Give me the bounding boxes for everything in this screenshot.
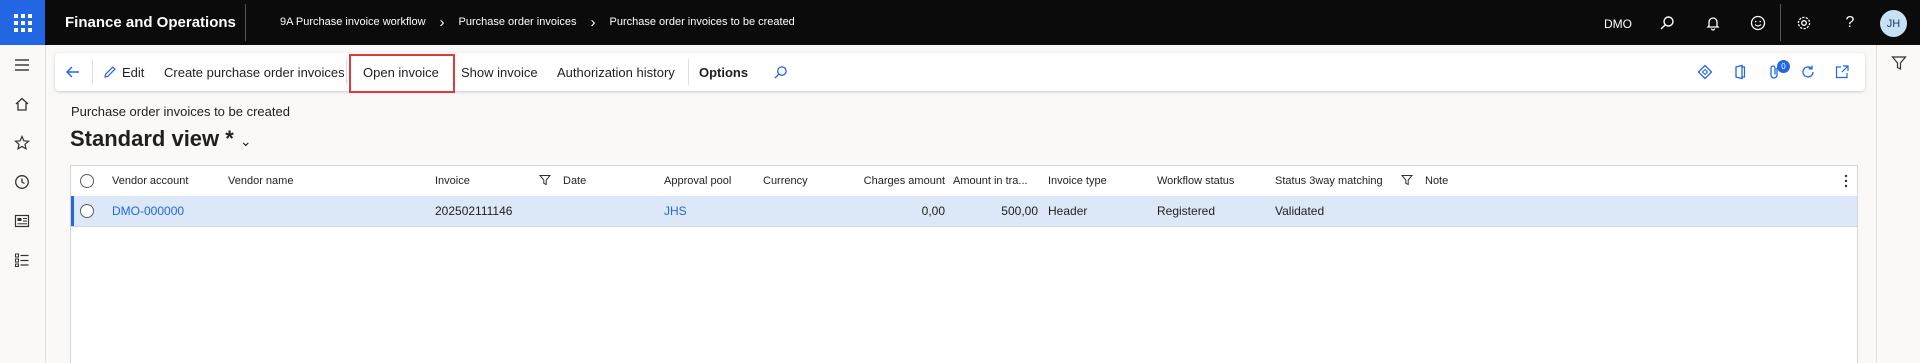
create-button-label: Create purchase order invoices xyxy=(164,64,345,80)
divider xyxy=(245,4,246,41)
charges-amount-cell: 0,00 xyxy=(921,204,945,218)
avatar[interactable]: JH xyxy=(1880,10,1907,37)
breadcrumb-item[interactable]: 9A Purchase invoice workflow xyxy=(280,16,426,28)
data-grid: Vendor account Vendor name Invoice Date … xyxy=(70,165,1858,363)
view-selector[interactable]: Standard view * ⌄ xyxy=(70,126,252,152)
help-icon[interactable]: ? xyxy=(1840,13,1860,33)
invoice-type-cell: Header xyxy=(1048,204,1088,218)
amount-cell: 500,00 xyxy=(1001,204,1038,218)
row-select-radio[interactable] xyxy=(80,204,94,218)
chevron-right-icon: › xyxy=(590,13,596,31)
column-header[interactable]: Currency xyxy=(763,166,843,196)
column-header[interactable]: Invoice type xyxy=(1048,166,1148,196)
column-header[interactable]: Date xyxy=(563,166,653,196)
vendor-name-cell xyxy=(228,196,428,226)
bell-icon[interactable] xyxy=(1703,13,1723,33)
refresh-icon[interactable] xyxy=(1798,62,1818,82)
grid-header: Vendor account Vendor name Invoice Date … xyxy=(71,166,1857,197)
show-invoice-label: Show invoice xyxy=(461,64,538,80)
arrow-left-icon xyxy=(66,66,79,78)
notification-count-badge: 0 xyxy=(1777,60,1790,73)
selected-row-indicator xyxy=(71,196,74,226)
column-header[interactable]: Note xyxy=(1425,166,1525,196)
column-header[interactable]: Approval pool xyxy=(664,166,754,196)
create-purchase-order-invoices-button[interactable]: Create purchase order invoices xyxy=(164,53,345,91)
chevron-down-icon: ⌄ xyxy=(239,132,252,149)
modules-list-icon[interactable] xyxy=(12,250,32,270)
vendor-account-link[interactable]: DMO-000000 xyxy=(112,196,222,226)
right-pane-strip xyxy=(1876,45,1920,362)
open-in-new-window-icon[interactable] xyxy=(1832,62,1852,82)
more-options-icon[interactable] xyxy=(1844,174,1848,188)
note-cell xyxy=(1425,196,1525,226)
smiley-feedback-icon[interactable] xyxy=(1748,13,1768,33)
currency-cell xyxy=(763,196,843,226)
invoice-cell: 202502111146 xyxy=(435,204,513,218)
options-label: Options xyxy=(699,64,749,80)
highlight-box xyxy=(349,54,455,93)
waffle-icon xyxy=(13,13,32,32)
divider xyxy=(1780,4,1781,41)
app-title[interactable]: Finance and Operations xyxy=(65,14,236,31)
show-invoice-button[interactable]: Show invoice xyxy=(461,53,538,91)
back-button[interactable] xyxy=(65,53,81,91)
page-caption: Purchase order invoices to be created xyxy=(71,104,290,119)
app-launcher-button[interactable] xyxy=(0,0,45,45)
filter-applied-icon[interactable] xyxy=(1401,174,1413,186)
select-all-radio[interactable] xyxy=(80,174,94,188)
view-name: Standard view * xyxy=(70,126,234,151)
chevron-right-icon: › xyxy=(439,13,445,31)
workspaces-icon[interactable] xyxy=(12,211,32,231)
breadcrumb: 9A Purchase invoice workflow › Purchase … xyxy=(280,13,795,31)
date-cell xyxy=(563,196,653,226)
edit-button-label: Edit xyxy=(122,64,145,80)
star-favorites-icon[interactable] xyxy=(12,133,32,153)
workflow-status-cell: Registered xyxy=(1157,204,1216,218)
column-header[interactable]: Vendor account xyxy=(112,166,222,196)
action-pane: Edit Create purchase order invoices Open… xyxy=(55,53,1865,91)
divider xyxy=(688,59,689,85)
options-tab[interactable]: Options xyxy=(699,53,748,91)
filter-applied-icon[interactable] xyxy=(539,174,551,186)
column-header[interactable]: Charges amount xyxy=(851,166,945,196)
column-header[interactable]: Status 3way matching xyxy=(1275,166,1400,196)
left-navigation xyxy=(0,45,46,362)
gear-icon[interactable] xyxy=(1794,13,1814,33)
clock-recent-icon[interactable] xyxy=(12,172,32,192)
breadcrumb-item[interactable]: Purchase order invoices to be created xyxy=(610,16,795,28)
status-3way-cell: Validated xyxy=(1275,204,1325,218)
column-header[interactable]: Vendor name xyxy=(228,166,428,196)
edit-button[interactable]: Edit xyxy=(103,53,144,91)
filter-icon[interactable] xyxy=(1889,53,1909,73)
authorization-history-button[interactable]: Authorization history xyxy=(557,53,675,91)
column-header[interactable]: Amount in tra... xyxy=(953,166,1043,196)
table-row[interactable]: DMO-000000 202502111146 JHS 0,00 500,00 … xyxy=(71,196,1857,227)
top-bar: Finance and Operations 9A Purchase invoi… xyxy=(0,0,1920,45)
hamburger-menu-icon[interactable] xyxy=(12,55,32,75)
authorization-history-label: Authorization history xyxy=(557,64,675,80)
office-icon[interactable] xyxy=(1730,62,1750,82)
company-picker[interactable]: DMO xyxy=(1604,17,1632,31)
search-icon[interactable] xyxy=(1657,13,1677,33)
pencil-icon xyxy=(104,66,116,78)
action-search-button[interactable] xyxy=(773,53,788,91)
breadcrumb-item[interactable]: Purchase order invoices xyxy=(459,16,577,28)
divider xyxy=(346,59,347,85)
home-icon[interactable] xyxy=(12,94,32,114)
power-apps-icon[interactable] xyxy=(1695,62,1715,82)
column-header[interactable]: Workflow status xyxy=(1157,166,1267,196)
search-icon xyxy=(774,65,787,79)
column-header[interactable]: Invoice xyxy=(435,166,535,196)
divider xyxy=(92,59,93,85)
approval-pool-link[interactable]: JHS xyxy=(664,196,754,226)
